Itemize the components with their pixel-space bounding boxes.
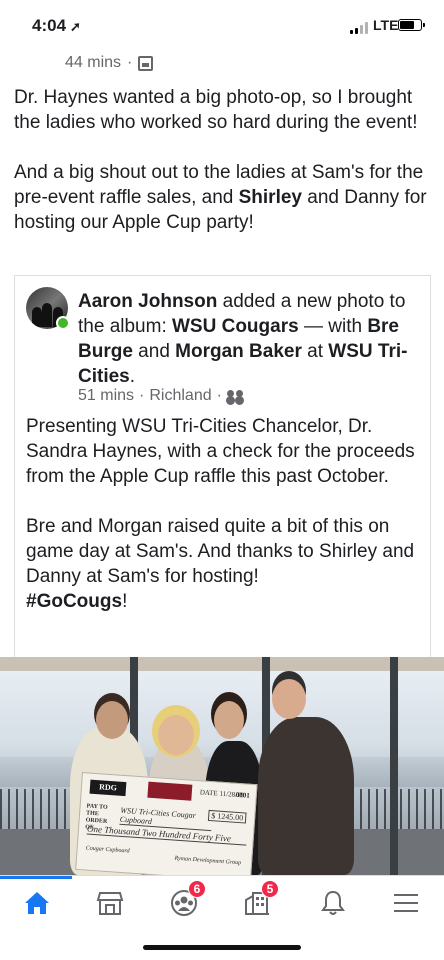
battery-icon xyxy=(398,19,425,31)
online-status-icon xyxy=(56,316,70,330)
groups-badge: 6 xyxy=(188,880,206,898)
shared-body: Presenting WSU Tri-Cities Chancelor, Dr.… xyxy=(26,414,426,639)
meta-separator: · xyxy=(216,387,222,404)
author-name[interactable]: Aaron Johnson xyxy=(78,291,217,312)
shared-text: ! xyxy=(122,591,128,612)
album-name[interactable]: WSU Cougars xyxy=(172,316,299,337)
check-signature: Ryman Development Group xyxy=(174,855,242,867)
friends-icon xyxy=(226,390,245,402)
status-time: 4:04 ➚ xyxy=(32,16,81,36)
shared-text: Bre and Morgan raised quite a bit of thi… xyxy=(26,516,415,587)
album-icon xyxy=(138,55,154,71)
tagged-name[interactable]: Shirley xyxy=(239,187,302,208)
post-paragraph-1: Dr. Haynes wanted a big photo-op, so I b… xyxy=(14,87,418,133)
check-logo: RDG xyxy=(89,779,127,797)
shared-post-card[interactable]: Aaron Johnson added a new photo to the a… xyxy=(14,275,431,665)
check-amount: $ 1245.00 xyxy=(207,809,247,824)
network-label: LTE xyxy=(373,17,399,33)
post-meta: 44 mins · xyxy=(65,54,154,72)
marketplace-icon xyxy=(96,892,124,915)
status-bar: 4:04 ➚ LTE xyxy=(0,0,444,44)
tagged-person-2[interactable]: Morgan Baker xyxy=(175,341,302,362)
tab-menu[interactable] xyxy=(386,886,426,920)
shared-paragraph-2: Bre and Morgan raised quite a bit of thi… xyxy=(26,514,426,614)
bell-icon xyxy=(321,890,345,915)
headline-text: — with xyxy=(298,316,368,337)
hashtag-link[interactable]: #GoCougs xyxy=(26,591,122,612)
home-indicator[interactable] xyxy=(143,945,301,950)
tab-home[interactable] xyxy=(17,886,57,920)
headline-text: . xyxy=(129,366,136,387)
check-number: 0001 xyxy=(235,790,251,800)
headline-text: at xyxy=(301,341,329,362)
shared-time[interactable]: 51 mins xyxy=(78,387,134,405)
clock-text: 4:04 xyxy=(32,16,67,35)
cougar-badge xyxy=(147,781,193,801)
signal-icon xyxy=(350,22,370,34)
post-text: Dr. Haynes wanted a big photo-op, so I b… xyxy=(14,85,434,260)
shared-paragraph-1: Presenting WSU Tri-Cities Chancelor, Dr.… xyxy=(26,416,415,487)
battery-level xyxy=(400,21,415,29)
home-icon xyxy=(25,892,49,914)
shared-headline: Aaron Johnson added a new photo to the a… xyxy=(78,289,423,389)
active-tab-indicator xyxy=(0,876,72,879)
post-time[interactable]: 44 mins xyxy=(65,54,121,72)
shared-meta: 51 mins · Richland · xyxy=(78,387,245,405)
location-arrow-icon: ➚ xyxy=(70,19,81,34)
check-memo: Cougar Cupboard xyxy=(85,845,130,855)
menu-icon xyxy=(394,894,418,912)
tab-notifications[interactable] xyxy=(313,886,353,920)
pages-badge: 5 xyxy=(261,880,279,898)
meta-separator: · xyxy=(127,54,133,71)
shared-location[interactable]: Richland xyxy=(149,387,211,405)
tab-pages[interactable]: 5 xyxy=(237,880,279,920)
person-4 xyxy=(258,717,354,875)
meta-separator: · xyxy=(139,387,145,404)
headline-text: and xyxy=(132,341,176,362)
tab-marketplace[interactable] xyxy=(90,886,130,920)
tab-groups[interactable]: 6 xyxy=(164,880,206,920)
post-paragraph-2: And a big shout out to the ladies at Sam… xyxy=(14,160,434,235)
donation-check: RDG DATE 11/28/19 0001 PAY TO THE ORDER … xyxy=(75,772,258,883)
